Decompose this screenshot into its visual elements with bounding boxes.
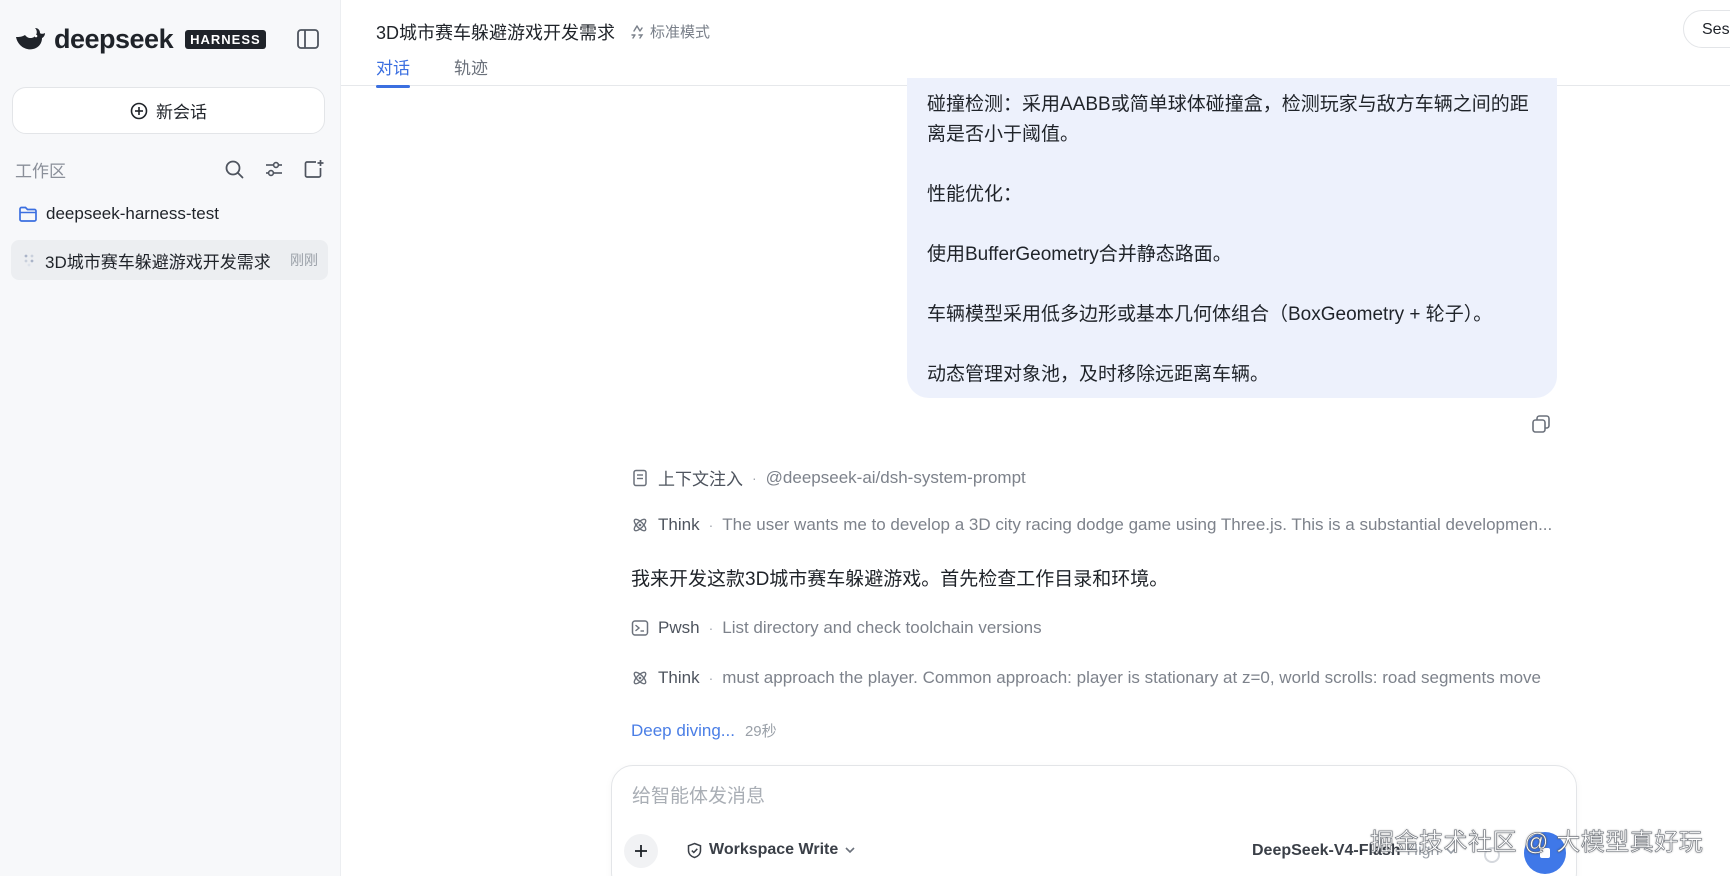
tab-trace[interactable]: 轨迹 — [454, 54, 488, 79]
separator-dot: · — [708, 670, 714, 686]
filter-sliders-icon[interactable] — [263, 158, 285, 180]
message-composer: Workspace Write DeepSeek-V4-Flash High — [611, 765, 1577, 876]
trace-name: Think — [658, 668, 700, 687]
sidebar-toggle-icon[interactable] — [296, 28, 320, 50]
trace-name: Think — [658, 515, 700, 534]
message-paragraph: 动态管理对象池，及时移除远距离车辆。 — [927, 364, 1270, 385]
document-icon — [633, 469, 647, 486]
separator-dot: · — [708, 517, 714, 533]
watermark: 掘金技术社区 @ 大模型真好玩 — [1370, 829, 1704, 857]
workspace-header: 工作区 — [15, 158, 325, 181]
message-paragraph: 碰撞检测：采用AABB或简单球体碰撞盒，检测玩家与敌方车辆之间的距离是否小于阈值… — [927, 94, 1529, 145]
mode-indicator[interactable]: 标准模式 — [629, 21, 710, 42]
mode-label: 标准模式 — [650, 24, 711, 41]
folder-name: deepseek-harness-test — [46, 204, 219, 223]
message-input[interactable] — [632, 786, 1432, 808]
loading-dots-icon — [24, 254, 34, 267]
atom-icon — [633, 518, 647, 532]
search-icon[interactable] — [223, 158, 245, 180]
sidebar-session-item[interactable]: 3D城市赛车躲避游戏开发需求 刚刚 — [11, 240, 328, 280]
shield-check-icon — [687, 842, 702, 858]
session-time: 刚刚 — [290, 252, 318, 268]
message-paragraph: 使用BufferGeometry合并静态路面。 — [927, 244, 1232, 265]
trace-desc: must approach the player. Common approac… — [722, 668, 1541, 687]
plus-icon — [635, 845, 647, 857]
separator-dot: · — [708, 620, 714, 636]
brand-name: deepseek — [54, 24, 174, 54]
atom-icon — [633, 671, 647, 685]
brand[interactable]: deepseek HARNESS — [14, 24, 266, 55]
folder-icon — [19, 206, 37, 222]
whale-logo-icon — [16, 27, 45, 49]
trace-think[interactable]: Think · The user wants me to develop a 3… — [631, 515, 1556, 535]
conversation-header: 3D城市赛车躲避游戏开发需求 标准模式 对话 轨迹 Sess — [341, 0, 1730, 88]
conversation-title: 3D城市赛车躲避游戏开发需求 — [376, 23, 616, 43]
trace-desc: List directory and check toolchain versi… — [722, 618, 1042, 637]
new-folder-icon[interactable] — [303, 158, 325, 180]
status-label: Deep diving... — [631, 721, 735, 740]
trace-desc: @deepseek-ai/dsh-system-prompt — [765, 467, 1026, 487]
status-elapsed: 29秒 — [744, 723, 777, 740]
recycle-icon — [631, 24, 644, 39]
trace-think[interactable]: Think · must approach the player. Common… — [631, 668, 1556, 688]
assistant-reply: 我来开发这款3D城市赛车躲避游戏。首先检查工作目录和环境。 — [631, 569, 1169, 590]
add-attachment-button[interactable] — [624, 834, 658, 868]
progress-status: Deep diving... 29秒 — [631, 720, 777, 741]
plus-circle-icon — [130, 102, 148, 119]
message-paragraph: 性能优化： — [927, 184, 1023, 205]
new-chat-label: 新会话 — [156, 103, 207, 122]
trace-context-inject[interactable]: 上下文注入 · @deepseek-ai/dsh-system-prompt — [631, 465, 1026, 490]
workspace-folder[interactable]: deepseek-harness-test — [18, 204, 219, 224]
message-paragraph: 车辆模型采用低多边形或基本几何体组合（BoxGeometry + 轮子）。 — [927, 304, 1493, 325]
chevron-down-icon — [845, 847, 855, 854]
session-button[interactable]: Sess — [1683, 10, 1730, 48]
trace-name: 上下文注入 — [658, 470, 743, 489]
trace-desc: The user wants me to develop a 3D city r… — [722, 515, 1553, 534]
workspace-mode-label: Workspace Write — [709, 841, 839, 858]
trace-pwsh[interactable]: Pwsh · List directory and check toolchai… — [631, 618, 1042, 638]
new-chat-button[interactable]: 新会话 — [12, 87, 325, 134]
separator-dot: · — [752, 469, 757, 486]
workspace-label: 工作区 — [15, 161, 66, 181]
tab-chat[interactable]: 对话 — [376, 54, 410, 88]
brand-badge: HARNESS — [185, 30, 266, 49]
session-title: 3D城市赛车躲避游戏开发需求 — [45, 252, 271, 272]
user-message-bubble: 碰撞检测：采用AABB或简单球体碰撞盒，检测玩家与敌方车辆之间的距离是否小于阈值… — [907, 78, 1557, 398]
trace-name: Pwsh — [658, 618, 700, 637]
workspace-mode-select[interactable]: Workspace Write — [686, 841, 856, 859]
terminal-icon — [631, 620, 649, 636]
sidebar: deepseek HARNESS 新会话 工作区 deepseek-harnes… — [0, 0, 341, 876]
copy-icon[interactable] — [1530, 413, 1552, 435]
